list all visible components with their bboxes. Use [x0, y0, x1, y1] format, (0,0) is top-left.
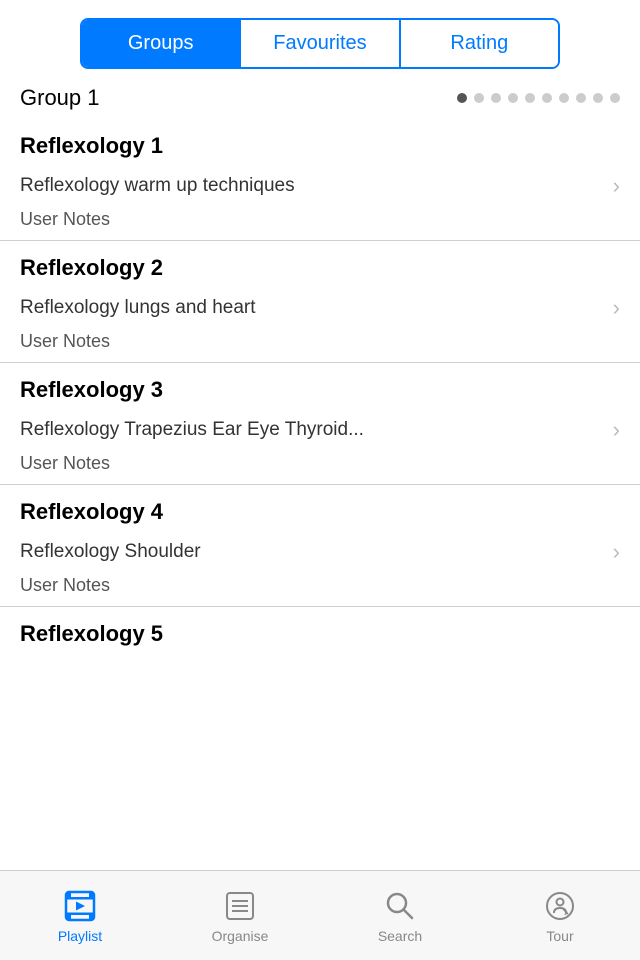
dot-9 — [593, 93, 603, 103]
chevron-icon-1: › — [613, 175, 620, 197]
user-notes-4: User Notes — [20, 573, 620, 606]
item-text-4: Reflexology Shoulder — [20, 541, 613, 563]
nav-label-search: Search — [378, 928, 422, 944]
section-title-1: Reflexology 1 — [20, 119, 620, 165]
chevron-icon-2: › — [613, 297, 620, 319]
nav-organise[interactable]: Organise — [160, 880, 320, 952]
group-title: Group 1 — [20, 85, 100, 111]
nav-search[interactable]: Search — [320, 880, 480, 952]
item-text-3: Reflexology Trapezius Ear Eye Thyroid... — [20, 419, 613, 441]
list-item-3[interactable]: Reflexology Trapezius Ear Eye Thyroid...… — [20, 409, 620, 451]
dot-5 — [525, 93, 535, 103]
content-area: Reflexology 1 Reflexology warm up techni… — [0, 119, 640, 870]
nav-label-tour: Tour — [546, 928, 573, 944]
tour-icon — [542, 888, 578, 924]
tab-groups[interactable]: Groups — [82, 20, 241, 67]
section-title-3: Reflexology 3 — [20, 363, 620, 409]
dot-2 — [474, 93, 484, 103]
dot-6 — [542, 93, 552, 103]
nav-tour[interactable]: Tour — [480, 880, 640, 952]
section-title-2: Reflexology 2 — [20, 241, 620, 287]
section-title-5: Reflexology 5 — [20, 607, 620, 653]
section-reflexology-2: Reflexology 2 Reflexology lungs and hear… — [0, 241, 640, 362]
dot-4 — [508, 93, 518, 103]
item-text-2: Reflexology lungs and heart — [20, 297, 613, 319]
tab-rating[interactable]: Rating — [401, 20, 558, 67]
search-icon — [382, 888, 418, 924]
chevron-icon-4: › — [613, 541, 620, 563]
top-tab-bar: Groups Favourites Rating — [80, 18, 560, 69]
list-item-2[interactable]: Reflexology lungs and heart › — [20, 287, 620, 329]
page-dots — [457, 93, 620, 103]
playlist-icon — [62, 888, 98, 924]
section-reflexology-1: Reflexology 1 Reflexology warm up techni… — [0, 119, 640, 240]
organise-icon — [222, 888, 258, 924]
dot-3 — [491, 93, 501, 103]
dot-7 — [559, 93, 569, 103]
list-item-4[interactable]: Reflexology Shoulder › — [20, 531, 620, 573]
section-reflexology-4: Reflexology 4 Reflexology Shoulder › Use… — [0, 485, 640, 606]
group-header: Group 1 — [0, 69, 640, 119]
section-reflexology-3: Reflexology 3 Reflexology Trapezius Ear … — [0, 363, 640, 484]
chevron-icon-3: › — [613, 419, 620, 441]
dot-1 — [457, 93, 467, 103]
bottom-nav: Playlist Organise Search — [0, 870, 640, 960]
user-notes-3: User Notes — [20, 451, 620, 484]
section-reflexology-5: Reflexology 5 — [0, 607, 640, 653]
user-notes-1: User Notes — [20, 207, 620, 240]
dot-8 — [576, 93, 586, 103]
item-text-1: Reflexology warm up techniques — [20, 175, 613, 197]
nav-label-organise: Organise — [212, 928, 269, 944]
nav-label-playlist: Playlist — [58, 928, 102, 944]
section-title-4: Reflexology 4 — [20, 485, 620, 531]
list-item-1[interactable]: Reflexology warm up techniques › — [20, 165, 620, 207]
tab-favourites[interactable]: Favourites — [241, 20, 400, 67]
nav-playlist[interactable]: Playlist — [0, 880, 160, 952]
user-notes-2: User Notes — [20, 329, 620, 362]
dot-10 — [610, 93, 620, 103]
